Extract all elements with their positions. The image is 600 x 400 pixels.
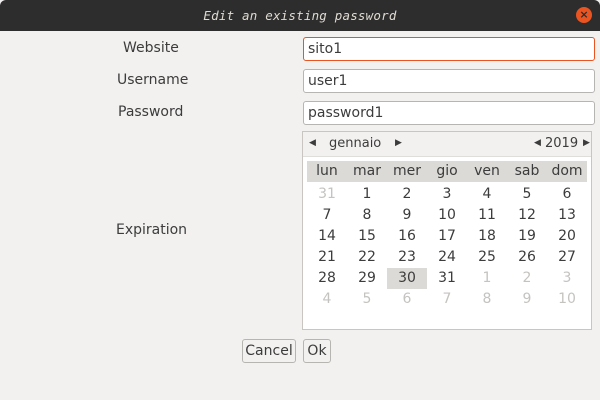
username-label: Username xyxy=(117,72,189,88)
calendar-day-outside-month[interactable]: 10 xyxy=(547,289,587,310)
calendar-day[interactable]: 15 xyxy=(347,226,387,247)
weekday-label: dom xyxy=(551,163,583,179)
calendar-day-outside-month[interactable]: 8 xyxy=(467,289,507,310)
calendar-day[interactable]: 24 xyxy=(427,247,467,268)
calendar-day[interactable]: 11 xyxy=(467,205,507,226)
calendar-day-outside-month[interactable]: 7 xyxy=(427,289,467,310)
calendar-day[interactable]: 9 xyxy=(387,205,427,226)
calendar-day[interactable]: 21 xyxy=(307,247,347,268)
calendar-day-outside-month[interactable]: 2 xyxy=(507,268,547,289)
calendar-day[interactable]: 14 xyxy=(307,226,347,247)
calendar-day[interactable]: 20 xyxy=(547,226,587,247)
calendar-day-outside-month[interactable]: 6 xyxy=(387,289,427,310)
weekday-label: gio xyxy=(436,163,458,179)
website-label: Website xyxy=(123,40,179,56)
calendar-day[interactable]: 13 xyxy=(547,205,587,226)
prev-year-icon[interactable]: ◀ xyxy=(534,138,541,148)
calendar-day[interactable]: 25 xyxy=(467,247,507,268)
calendar-day-outside-month[interactable]: 3 xyxy=(547,268,587,289)
calendar-day[interactable]: 5 xyxy=(507,184,547,205)
window-title: Edit an existing password xyxy=(203,8,397,23)
password-field[interactable] xyxy=(303,101,595,125)
calendar-day[interactable]: 23 xyxy=(387,247,427,268)
prev-month-icon[interactable]: ◀ xyxy=(309,138,316,148)
calendar-day[interactable]: 30 xyxy=(387,268,427,289)
calendar-day[interactable]: 8 xyxy=(347,205,387,226)
calendar-day[interactable]: 29 xyxy=(347,268,387,289)
calendar-day[interactable]: 22 xyxy=(347,247,387,268)
calendar-day[interactable]: 26 xyxy=(507,247,547,268)
calendar-day-grid: 31 1 2 3 4 5 6 7 8 9 10 11 12 13 14 15 16 17 18 19 20 21 22 23 2… xyxy=(307,184,587,310)
calendar-day-outside-month[interactable]: 5 xyxy=(347,289,387,310)
cancel-button[interactable]: Cancel xyxy=(242,339,296,363)
password-label: Password xyxy=(118,104,184,120)
weekday-label: sab xyxy=(514,163,540,179)
weekday-label: ven xyxy=(474,163,500,179)
close-icon[interactable]: × xyxy=(576,7,592,23)
year-label: 2019 xyxy=(545,136,579,151)
calendar-day[interactable]: 7 xyxy=(307,205,347,226)
weekday-label: lun xyxy=(316,163,338,179)
expiration-label: Expiration xyxy=(116,222,188,238)
username-field[interactable] xyxy=(303,69,595,93)
calendar-day[interactable]: 4 xyxy=(467,184,507,205)
weekday-header-row: lun mar mer gio ven sab dom xyxy=(307,161,587,182)
calendar-day-outside-month[interactable]: 31 xyxy=(307,184,347,205)
calendar-day[interactable]: 3 xyxy=(427,184,467,205)
calendar-day[interactable]: 18 xyxy=(467,226,507,247)
month-label: gennaio xyxy=(329,136,382,151)
weekday-label: mer xyxy=(392,163,421,179)
calendar-day-outside-month[interactable]: 9 xyxy=(507,289,547,310)
calendar-day[interactable]: 12 xyxy=(507,205,547,226)
calendar-day[interactable]: 6 xyxy=(547,184,587,205)
next-year-icon[interactable]: ▶ xyxy=(583,138,590,148)
calendar-day[interactable]: 10 xyxy=(427,205,467,226)
calendar-day[interactable]: 1 xyxy=(347,184,387,205)
calendar-day[interactable]: 2 xyxy=(387,184,427,205)
next-month-icon[interactable]: ▶ xyxy=(395,138,402,148)
weekday-label: mar xyxy=(353,163,381,179)
website-field[interactable] xyxy=(303,37,595,61)
title-bar: Edit an existing password × xyxy=(0,0,600,31)
calendar-header: ◀ gennaio ▶ ◀ 2019 ▶ xyxy=(303,132,591,157)
calendar-day[interactable]: 16 xyxy=(387,226,427,247)
calendar-day[interactable]: 19 xyxy=(507,226,547,247)
calendar-day-outside-month[interactable]: 4 xyxy=(307,289,347,310)
calendar-day[interactable]: 17 xyxy=(427,226,467,247)
expiration-calendar: ◀ gennaio ▶ ◀ 2019 ▶ lun mar mer gio ven… xyxy=(302,131,592,330)
calendar-day[interactable]: 28 xyxy=(307,268,347,289)
calendar-day[interactable]: 27 xyxy=(547,247,587,268)
ok-button[interactable]: Ok xyxy=(303,339,331,363)
calendar-day[interactable]: 31 xyxy=(427,268,467,289)
calendar-day-outside-month[interactable]: 1 xyxy=(467,268,507,289)
